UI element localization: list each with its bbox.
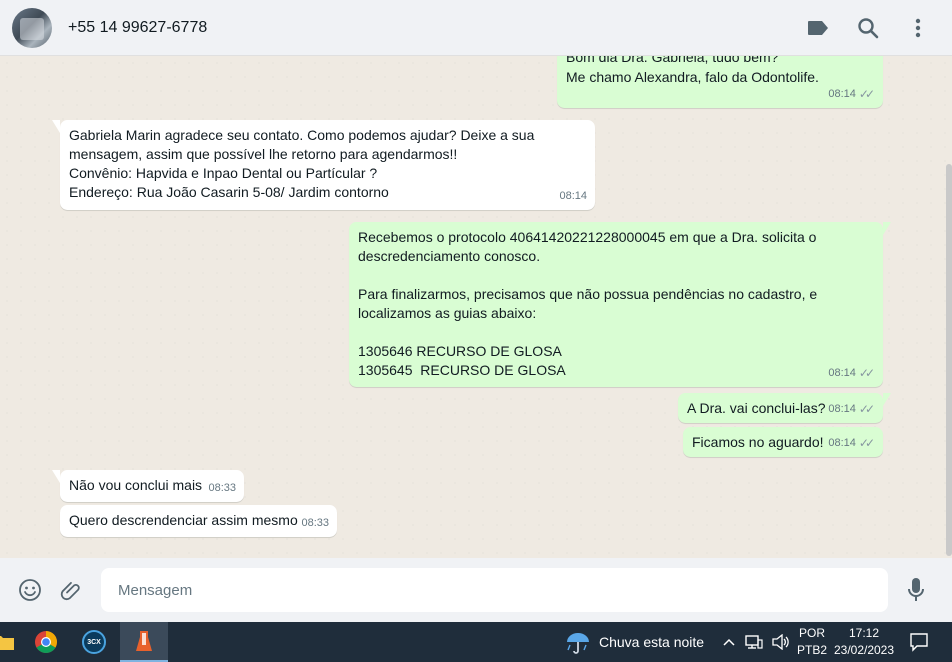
message-bubble-outgoing[interactable]: Bom dia Dra. Gabriela, tudo bem? Me cham…: [557, 56, 883, 108]
message-bubble-outgoing[interactable]: A Dra. vai conclui-las? 08:14 ✓✓: [678, 393, 891, 423]
message-input[interactable]: [101, 568, 888, 612]
message-meta: 08:33: [301, 514, 329, 533]
clock-time: 17:12: [848, 626, 880, 640]
message-text: Recebemos o protocolo 406414202212280000…: [358, 229, 818, 378]
system-clock[interactable]: 17:12 23/02/2023: [832, 625, 896, 659]
label-icon[interactable]: [804, 14, 832, 42]
message-meta: 08:14 ✓✓: [828, 85, 875, 104]
message-text: Quero descrendenciar assim mesmo: [69, 512, 298, 528]
message-time: 08:33: [301, 517, 329, 529]
message-text: Me chamo Alexandra, falo da Odontolife.: [566, 69, 819, 85]
message-meta: 08:14 ✓✓: [828, 434, 875, 453]
input-language[interactable]: POR PTB2: [797, 625, 827, 659]
chrome-icon[interactable]: [22, 622, 70, 662]
message-meta: 08:33: [208, 479, 236, 498]
chat-header: +55 14 99627-6778: [0, 0, 952, 56]
message-list[interactable]: Bom dia Dra. Gabriela, tudo bem? Me cham…: [0, 56, 952, 558]
message-meta: 08:14 ✓✓: [828, 364, 875, 383]
message-time: 08:33: [208, 482, 236, 494]
double-check-icon: ✓✓: [858, 402, 875, 416]
3cx-icon[interactable]: 3CX: [70, 622, 118, 662]
contact-avatar[interactable]: [12, 7, 52, 48]
message-time: 08:14: [828, 437, 856, 449]
search-icon[interactable]: [854, 14, 882, 42]
header-actions: [804, 0, 932, 56]
app-icon[interactable]: [120, 622, 168, 662]
message-text: Gabriela Marin agradece seu contato. Com…: [69, 127, 535, 200]
notification-icon[interactable]: [898, 622, 940, 662]
double-check-icon: ✓✓: [858, 87, 875, 101]
message-bubble-incoming[interactable]: Quero descrendenciar assim mesmo 08:33: [60, 505, 337, 537]
3cx-label: 3CX: [82, 630, 106, 654]
attach-icon[interactable]: [57, 576, 85, 604]
language-code: POR: [798, 626, 825, 640]
message-bubble-incoming[interactable]: Gabriela Marin agradece seu contato. Com…: [52, 120, 595, 210]
message-bubble-outgoing[interactable]: Recebemos o protocolo 406414202212280000…: [349, 222, 891, 387]
message-bubble-outgoing[interactable]: Ficamos no aguardo! 08:14 ✓✓: [683, 427, 883, 457]
volume-icon[interactable]: [772, 634, 790, 650]
double-check-icon: ✓✓: [858, 366, 875, 380]
message-composer: [0, 558, 952, 622]
message-time: 08:14: [828, 367, 856, 379]
more-vertical-icon[interactable]: [904, 14, 932, 42]
emoji-icon[interactable]: [16, 576, 44, 604]
clock-date: 23/02/2023: [833, 643, 895, 657]
message-time: 08:14: [828, 403, 856, 415]
keyboard-layout: PTB2: [797, 643, 828, 657]
weather-text: Chuva esta noite: [599, 634, 705, 650]
contact-name[interactable]: +55 14 99627-6778: [68, 19, 207, 37]
chevron-up-icon[interactable]: [722, 635, 736, 649]
message-meta: 08:14: [559, 187, 587, 206]
windows-taskbar: 3CX Chuva esta noite POR PTB2 17:12 23/0…: [0, 622, 952, 662]
double-check-icon: ✓✓: [858, 436, 875, 450]
message-time: 08:14: [559, 190, 587, 202]
network-icon[interactable]: [745, 634, 763, 650]
message-time: 08:14: [828, 88, 856, 100]
message-meta: 08:14 ✓✓: [828, 400, 875, 419]
umbrella-icon: [567, 633, 589, 654]
chat-scrollbar[interactable]: [946, 164, 952, 556]
weather-widget[interactable]: Chuva esta noite: [565, 622, 704, 662]
microphone-icon[interactable]: [902, 576, 930, 604]
system-tray: [722, 622, 790, 662]
message-text: Bom dia Dra. Gabriela, tudo bem?: [566, 56, 779, 65]
message-bubble-incoming[interactable]: Não vou conclui mais 08:33: [52, 470, 244, 502]
